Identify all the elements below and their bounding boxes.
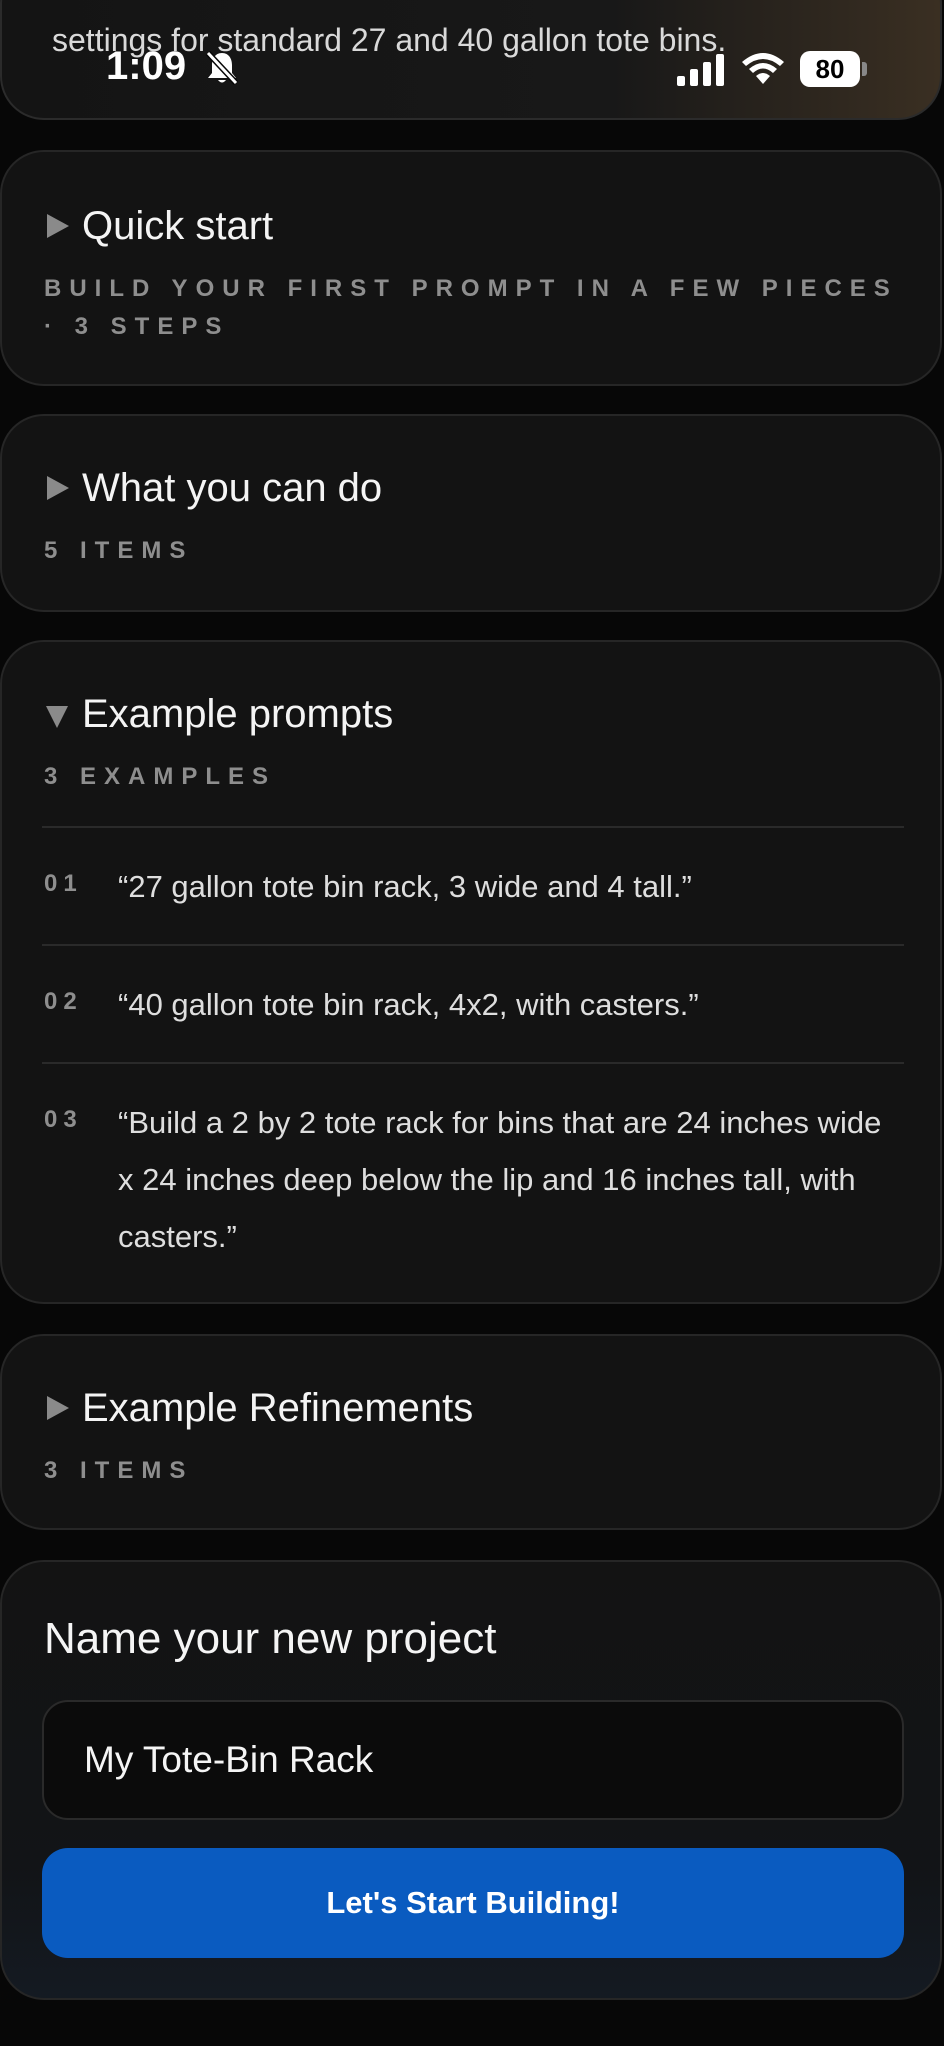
disclosure-right-icon bbox=[44, 213, 70, 240]
section-header[interactable]: Example prompts bbox=[44, 692, 393, 737]
divider bbox=[42, 1062, 904, 1064]
divider bbox=[42, 826, 904, 828]
status-bar: 1:09 80 bbox=[0, 0, 944, 112]
example-number: 01 bbox=[44, 870, 83, 897]
section-subtitle: 3 ITEMS bbox=[44, 1457, 194, 1484]
bell-slash-icon bbox=[205, 50, 239, 86]
divider bbox=[42, 944, 904, 946]
section-title: Example Refinements bbox=[82, 1386, 474, 1430]
wifi-icon bbox=[742, 53, 784, 84]
new-project-title: Name your new project bbox=[44, 1614, 497, 1663]
disclosure-right-icon bbox=[44, 475, 70, 502]
project-name-input[interactable] bbox=[42, 1700, 904, 1820]
cellular-signal-icon bbox=[677, 54, 724, 86]
section-quick-start[interactable]: Quick start BUILD YOUR FIRST PROMPT IN A… bbox=[0, 150, 942, 386]
example-number: 03 bbox=[44, 1106, 83, 1133]
section-subtitle: 5 ITEMS bbox=[44, 537, 194, 564]
example-prompt-text[interactable]: “40 gallon tote bin rack, 4x2, with cast… bbox=[118, 976, 898, 1033]
section-subtitle: BUILD YOUR FIRST PROMPT IN A FEW PIECES … bbox=[44, 275, 898, 340]
battery-cap bbox=[862, 62, 867, 76]
disclosure-right-icon bbox=[44, 1395, 70, 1422]
status-time: 1:09 bbox=[106, 44, 187, 88]
section-header[interactable]: Quick start bbox=[44, 204, 273, 249]
example-prompt-text[interactable]: “Build a 2 by 2 tote rack for bins that … bbox=[118, 1094, 898, 1265]
example-prompt-text[interactable]: “27 gallon tote bin rack, 3 wide and 4 t… bbox=[118, 858, 898, 915]
section-example-refinements[interactable]: Example Refinements 3 ITEMS bbox=[0, 1334, 942, 1530]
section-title: Example prompts bbox=[82, 692, 394, 736]
battery-level: 80 bbox=[815, 53, 845, 84]
section-example-prompts: Example prompts 3 EXAMPLES 01 “27 gallon… bbox=[0, 640, 942, 1304]
disclosure-down-icon bbox=[44, 702, 70, 728]
section-what-you-can-do[interactable]: What you can do 5 ITEMS bbox=[0, 414, 942, 612]
new-project-card: Name your new project Let's Start Buildi… bbox=[0, 1560, 942, 2000]
section-header[interactable]: What you can do bbox=[44, 466, 382, 511]
example-number: 02 bbox=[44, 988, 83, 1015]
section-header[interactable]: Example Refinements bbox=[44, 1386, 473, 1431]
start-building-button[interactable]: Let's Start Building! bbox=[42, 1848, 904, 1958]
section-title: What you can do bbox=[82, 466, 383, 510]
battery-icon: 80 bbox=[800, 51, 860, 87]
section-title: Quick start bbox=[82, 204, 274, 248]
section-subtitle: 3 EXAMPLES bbox=[44, 763, 277, 790]
